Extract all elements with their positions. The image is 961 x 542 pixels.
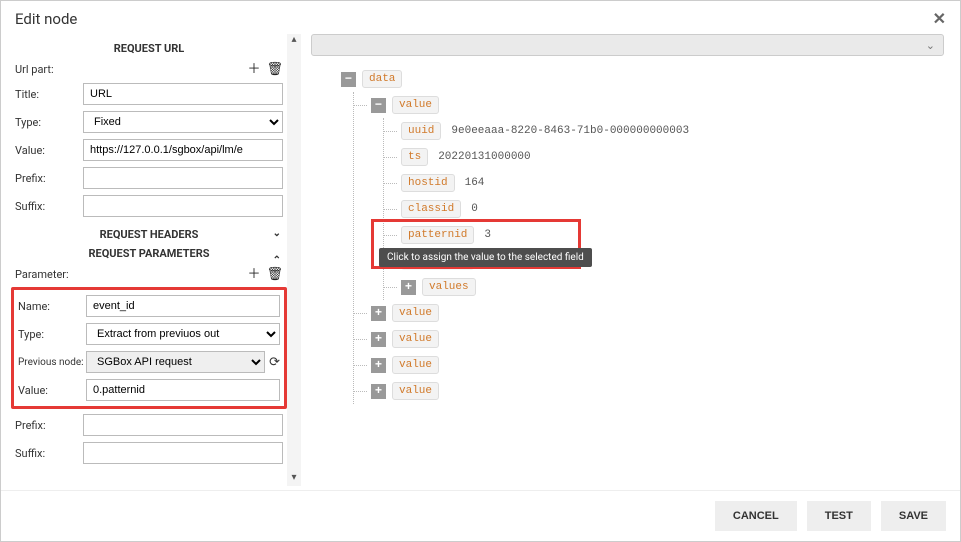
tree-row-hostid[interactable]: hostid 164: [401, 170, 944, 196]
label-param-prefix: Prefix:: [15, 419, 83, 432]
row-value: Value:: [11, 136, 287, 164]
section-request-parameters-label: REQUEST PARAMETERS: [88, 247, 209, 260]
label-value: Value:: [15, 144, 83, 157]
select-param-type[interactable]: Extract from previuos out: [86, 323, 280, 345]
input-value[interactable]: [83, 139, 283, 161]
row-param-value: Value:: [14, 376, 284, 404]
url-part-toolbar: Url part: ＋ 🗑: [11, 61, 287, 80]
refresh-icon[interactable]: ⟳: [269, 355, 280, 370]
input-param-suffix[interactable]: [83, 442, 283, 464]
tree-key-ts: ts: [401, 148, 428, 166]
tooltip-assign-value: Click to assign the value to the selecte…: [379, 248, 592, 267]
label-param-value: Value:: [18, 384, 86, 397]
tree-val-classid: 0: [471, 203, 478, 215]
add-url-part-icon[interactable]: ＋: [247, 63, 260, 76]
row-suffix: Suffix:: [11, 192, 287, 220]
tree-key-hostid: hostid: [401, 174, 455, 192]
label-suffix: Suffix:: [15, 200, 83, 213]
close-icon[interactable]: ✕: [933, 9, 946, 28]
toggle-value-3[interactable]: +: [371, 358, 386, 373]
tree-key-uuid: uuid: [401, 122, 441, 140]
tree-row-uuid[interactable]: uuid 9e0eeaaa-8220-8463-71b0-00000000000…: [401, 118, 944, 144]
chevron-down-icon: ⌄: [273, 228, 281, 239]
label-type: Type:: [15, 116, 83, 129]
json-tree: − data − value uuid 9e0eeaaa-8220-8463-7…: [311, 56, 944, 404]
add-parameter-icon[interactable]: ＋: [247, 268, 260, 281]
label-title: Title:: [15, 88, 83, 101]
scroll-up-icon[interactable]: ▴: [287, 34, 301, 48]
tree-val-uuid: 9e0eeaaa-8220-8463-71b0-000000000003: [451, 125, 689, 137]
left-column: REQUEST URL Url part: ＋ 🗑 Title: Type: F…: [11, 34, 301, 486]
cancel-button[interactable]: CANCEL: [715, 501, 797, 531]
tree-val-hostid: 164: [465, 177, 485, 189]
response-selector[interactable]: ⌄: [311, 34, 944, 56]
url-part-label: Url part:: [15, 63, 241, 76]
section-request-headers-label: REQUEST HEADERS: [100, 228, 199, 241]
modal-title: Edit node: [15, 10, 77, 28]
modal-footer: CANCEL TEST SAVE: [1, 490, 960, 541]
row-param-type: Type: Extract from previuos out: [14, 320, 284, 348]
scroll-down-icon[interactable]: ▾: [287, 472, 301, 486]
tree-val-patternid: 3: [484, 229, 491, 241]
tree-key-value[interactable]: value: [392, 96, 439, 114]
toggle-data[interactable]: −: [341, 72, 356, 87]
section-request-headers[interactable]: REQUEST HEADERS ⌄: [11, 220, 287, 247]
section-request-url: REQUEST URL: [11, 34, 287, 61]
tree-row-classid[interactable]: classid 0: [401, 196, 944, 222]
row-prefix: Prefix:: [11, 164, 287, 192]
delete-parameter-icon[interactable]: 🗑: [266, 268, 283, 281]
tree-key-value-3[interactable]: value: [392, 356, 439, 374]
parameter-toolbar: Parameter: ＋ 🗑: [11, 266, 287, 285]
label-prefix: Prefix:: [15, 172, 83, 185]
highlighted-parameter-block: Name: Type: Extract from previuos out Pr…: [11, 287, 287, 409]
toggle-values[interactable]: +: [401, 280, 416, 295]
edit-node-modal: Edit node ✕ REQUEST URL Url part: ＋ 🗑 Ti…: [0, 0, 961, 542]
chevron-up-icon: ⌃: [273, 255, 281, 266]
label-param-suffix: Suffix:: [15, 447, 83, 460]
tree-key-classid: classid: [401, 200, 461, 218]
tree-key-data[interactable]: data: [362, 70, 402, 88]
toggle-value-2[interactable]: +: [371, 332, 386, 347]
toggle-value-0[interactable]: −: [371, 98, 386, 113]
tree-key-patternid: patternid: [401, 226, 474, 244]
save-button[interactable]: SAVE: [881, 501, 946, 531]
parameter-label: Parameter:: [15, 268, 241, 281]
test-button[interactable]: TEST: [807, 501, 871, 531]
tree-key-value-1[interactable]: value: [392, 304, 439, 322]
tree-key-value-2[interactable]: value: [392, 330, 439, 348]
row-type: Type: Fixed: [11, 108, 287, 136]
row-title: Title:: [11, 80, 287, 108]
tree-key-value-4[interactable]: value: [392, 382, 439, 400]
input-prefix[interactable]: [83, 167, 283, 189]
toggle-value-1[interactable]: +: [371, 306, 386, 321]
input-param-value[interactable]: [86, 379, 280, 401]
tree-row-ts[interactable]: ts 20220131000000: [401, 144, 944, 170]
section-request-parameters[interactable]: REQUEST PARAMETERS ⌃: [11, 247, 287, 266]
label-prev-node: Previous node:: [18, 357, 86, 368]
tree-val-ts: 20220131000000: [438, 151, 530, 163]
input-suffix[interactable]: [83, 195, 283, 217]
modal-header: Edit node ✕: [1, 1, 960, 34]
row-param-name: Name:: [14, 292, 284, 320]
row-param-prefix: Prefix:: [11, 411, 287, 439]
select-prev-node[interactable]: SGBox API request: [86, 351, 265, 373]
input-title[interactable]: [83, 83, 283, 105]
label-param-type: Type:: [18, 328, 86, 341]
input-param-name[interactable]: [86, 295, 280, 317]
tree-key-values[interactable]: values: [422, 278, 476, 296]
input-param-prefix[interactable]: [83, 414, 283, 436]
label-param-name: Name:: [18, 300, 86, 313]
tree-row-patternid[interactable]: patternid 3: [401, 222, 944, 248]
row-prev-node: Previous node: SGBox API request ⟳: [14, 348, 284, 376]
toggle-value-4[interactable]: +: [371, 384, 386, 399]
row-param-suffix: Suffix:: [11, 439, 287, 467]
select-type[interactable]: Fixed: [83, 111, 283, 133]
left-scrollbar[interactable]: ▴ ▾: [287, 34, 301, 486]
delete-url-part-icon[interactable]: 🗑: [266, 63, 283, 76]
